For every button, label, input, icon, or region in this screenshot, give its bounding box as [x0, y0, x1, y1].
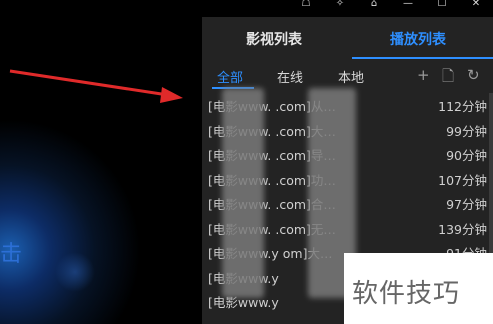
file-delete-icon[interactable]: 🗋 [442, 66, 454, 91]
refresh-icon[interactable]: ↻ [467, 66, 480, 84]
video-caption: 击 [0, 242, 23, 267]
skin-icon[interactable]: ☖ [300, 0, 312, 9]
maximize-icon[interactable]: ☐ [436, 0, 448, 9]
sub-tabs: 全部 在线 本地 + 🗋 ↻ [202, 63, 493, 89]
subtab-online[interactable]: 在线 [277, 67, 303, 86]
subtab-local[interactable]: 本地 [338, 67, 364, 86]
list-scrollbar[interactable] [489, 93, 493, 253]
tab-playlist[interactable]: 播放列表 [390, 29, 446, 49]
item-duration: 139分钟 [438, 221, 487, 237]
main-tabs: 影视列表 播放列表 [202, 17, 493, 59]
subtab-all[interactable]: 全部 [217, 67, 243, 86]
red-arrow-annotation [9, 69, 183, 103]
close-icon[interactable]: ✕ [470, 0, 482, 9]
minimize-icon[interactable]: — [402, 0, 414, 9]
item-duration: 97分钟 [446, 197, 487, 212]
window-controls: ☖ ✧ ⌂ — ☐ ✕ [300, 0, 493, 12]
redaction-blur [222, 88, 264, 298]
add-icon[interactable]: + [417, 66, 430, 84]
glow-decoration [55, 252, 95, 292]
item-duration: 99分钟 [446, 123, 487, 139]
feedback-icon[interactable]: ⌂ [368, 0, 380, 9]
watermark-text: 软件技巧 [352, 279, 461, 309]
item-duration: 107分钟 [438, 172, 487, 188]
player-window: 击 ☖ ✧ ⌂ — ☐ ✕ 影视列表 播放列表 全部 在线 本地 + 🗋 ↻ [ [0, 0, 493, 324]
watermark: 软件技巧 [344, 253, 493, 324]
pin-icon[interactable]: ✧ [334, 0, 346, 9]
item-duration: 112分钟 [438, 99, 487, 114]
tab-video-list[interactable]: 影视列表 [246, 29, 302, 49]
item-duration: 90分钟 [446, 148, 487, 163]
active-tab-indicator [352, 57, 493, 59]
